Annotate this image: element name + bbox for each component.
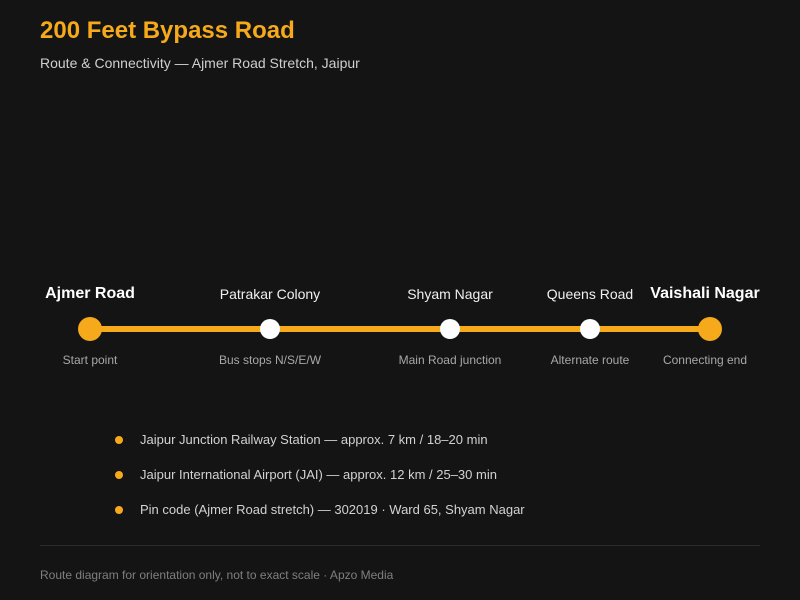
bullet-icon [115, 506, 123, 514]
stop-note: Start point [62, 353, 118, 367]
fact-pin-code: Pin code (Ajmer Road stretch) — 302019 ·… [115, 500, 525, 535]
stop-name: Patrakar Colony [219, 286, 321, 302]
stop-marker [698, 317, 722, 341]
fact-text: Pin code (Ajmer Road stretch) — 302019 ·… [140, 502, 525, 517]
fact-railway-station: Jaipur Junction Railway Station — approx… [115, 430, 525, 465]
stop-name: Ajmer Road [45, 285, 135, 302]
route-diagram: Ajmer Road Start point Patrakar Colony B… [0, 270, 800, 390]
fact-text: Jaipur Junction Railway Station — approx… [140, 432, 488, 447]
bullet-icon [115, 436, 123, 444]
page-title: 200 Feet Bypass Road [40, 17, 295, 44]
bullet-icon [115, 471, 123, 479]
page-subtitle: Route & Connectivity — Ajmer Road Stretc… [40, 55, 360, 71]
stop-marker [260, 319, 280, 339]
stop-name: Vaishali Nagar [650, 285, 760, 302]
connectivity-facts: Jaipur Junction Railway Station — approx… [115, 430, 525, 535]
stop-note: Bus stops N/S/E/W [218, 353, 322, 367]
footer-divider [40, 545, 760, 546]
route-line [90, 326, 710, 332]
stop-marker [78, 317, 102, 341]
stop-note: Connecting end [662, 353, 748, 367]
stop-marker [440, 319, 460, 339]
footer-note: Route diagram for orientation only, not … [40, 568, 394, 582]
fact-text: Jaipur International Airport (JAI) — app… [140, 467, 497, 482]
stop-note: Main Road junction [398, 353, 502, 367]
stop-name: Shyam Nagar [407, 286, 493, 302]
stop-marker [580, 319, 600, 339]
fact-airport: Jaipur International Airport (JAI) — app… [115, 465, 525, 500]
